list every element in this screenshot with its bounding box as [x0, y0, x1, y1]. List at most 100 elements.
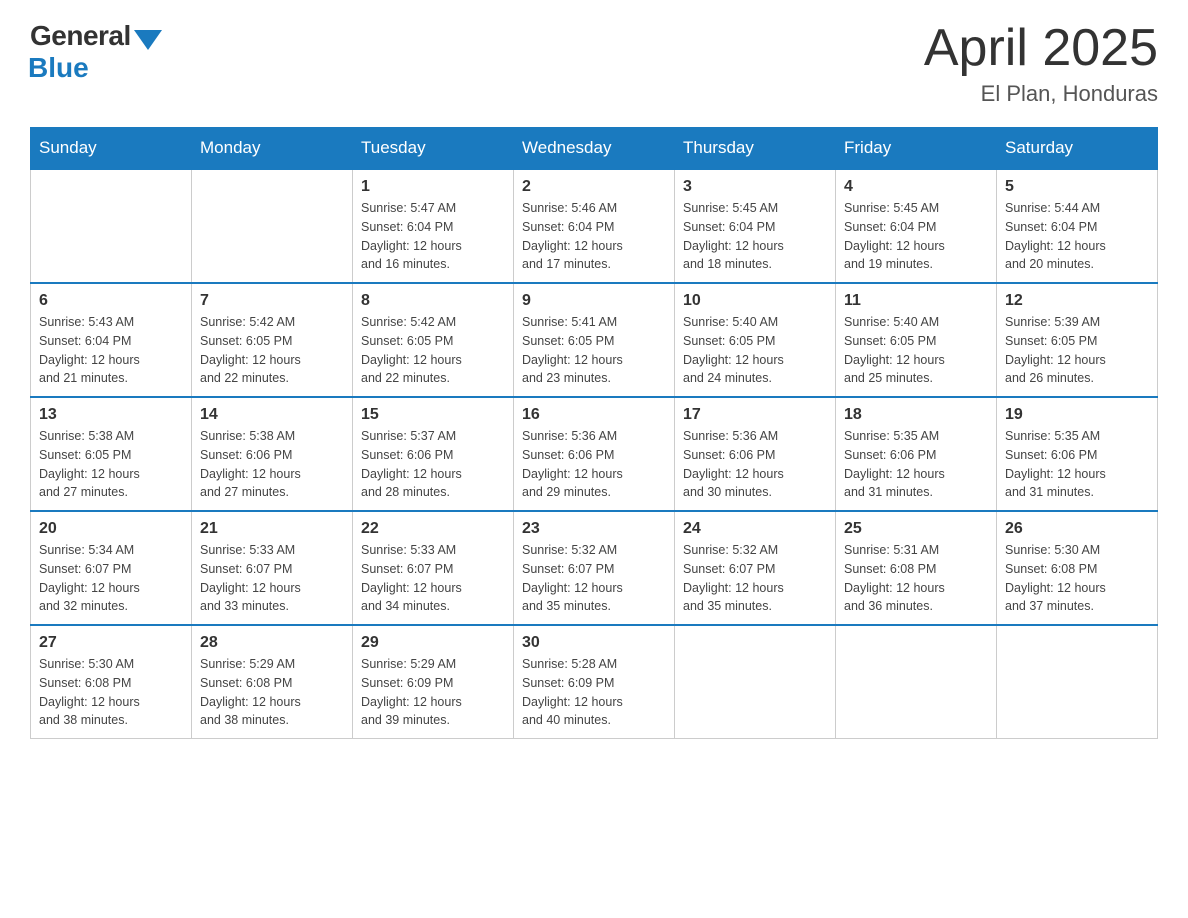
- calendar-day-cell: 29 Sunrise: 5:29 AM Sunset: 6:09 PM Dayli…: [353, 625, 514, 739]
- calendar-day-cell: 12Sunrise: 5:39 AM Sunset: 6:05 PM Dayli…: [997, 283, 1158, 397]
- day-of-week-header: Monday: [192, 128, 353, 170]
- day-info: Sunrise: 5:38 AM Sunset: 6:06 PM Dayligh…: [200, 427, 344, 502]
- calendar-day-cell: 1 Sunrise: 5:47 AM Sunset: 6:04 PM Daylig…: [353, 169, 514, 283]
- day-info: Sunrise: 5:36 AM Sunset: 6:06 PM Dayligh…: [522, 427, 666, 502]
- calendar-day-cell: 7 Sunrise: 5:42 AM Sunset: 6:05 PM Daylig…: [192, 283, 353, 397]
- day-info: Sunrise: 5:31 AM Sunset: 6:08 PM Dayligh…: [844, 541, 988, 616]
- day-number: 18: [844, 406, 988, 424]
- day-number: 24: [683, 520, 827, 538]
- calendar-day-cell: 6 Sunrise: 5:43 AM Sunset: 6:04 PM Daylig…: [31, 283, 192, 397]
- day-info: Sunrise: 5:29 AM Sunset: 6:09 PM Dayligh…: [361, 655, 505, 730]
- calendar-week-row: 6 Sunrise: 5:43 AM Sunset: 6:04 PM Daylig…: [31, 283, 1158, 397]
- day-info: Sunrise: 5:32 AM Sunset: 6:07 PM Dayligh…: [522, 541, 666, 616]
- calendar-day-cell: 15Sunrise: 5:37 AM Sunset: 6:06 PM Dayli…: [353, 397, 514, 511]
- day-number: 14: [200, 406, 344, 424]
- day-info: Sunrise: 5:30 AM Sunset: 6:08 PM Dayligh…: [1005, 541, 1149, 616]
- day-info: Sunrise: 5:45 AM Sunset: 6:04 PM Dayligh…: [844, 199, 988, 274]
- calendar-day-cell: 22 Sunrise: 5:33 AM Sunset: 6:07 PM Dayli…: [353, 511, 514, 625]
- day-of-week-header: Friday: [836, 128, 997, 170]
- calendar-day-cell: 30Sunrise: 5:28 AM Sunset: 6:09 PM Dayli…: [514, 625, 675, 739]
- day-info: Sunrise: 5:45 AM Sunset: 6:04 PM Dayligh…: [683, 199, 827, 274]
- day-number: 20: [39, 520, 183, 538]
- day-number: 19: [1005, 406, 1149, 424]
- day-number: 11: [844, 292, 988, 310]
- calendar-week-row: 1 Sunrise: 5:47 AM Sunset: 6:04 PM Daylig…: [31, 169, 1158, 283]
- calendar-day-cell: 3Sunrise: 5:45 AM Sunset: 6:04 PM Daylig…: [675, 169, 836, 283]
- calendar-day-cell: [997, 625, 1158, 739]
- day-info: Sunrise: 5:33 AM Sunset: 6:07 PM Dayligh…: [200, 541, 344, 616]
- calendar-day-cell: [31, 169, 192, 283]
- day-number: 17: [683, 406, 827, 424]
- calendar-day-cell: 2 Sunrise: 5:46 AM Sunset: 6:04 PM Daylig…: [514, 169, 675, 283]
- logo-arrow-icon: [134, 30, 162, 50]
- day-number: 25: [844, 520, 988, 538]
- title-section: April 2025 El Plan, Honduras: [924, 20, 1158, 107]
- day-info: Sunrise: 5:46 AM Sunset: 6:04 PM Dayligh…: [522, 199, 666, 274]
- day-number: 26: [1005, 520, 1149, 538]
- calendar-week-row: 13 Sunrise: 5:38 AM Sunset: 6:05 PM Dayli…: [31, 397, 1158, 511]
- day-info: Sunrise: 5:44 AM Sunset: 6:04 PM Dayligh…: [1005, 199, 1149, 274]
- day-number: 23: [522, 520, 666, 538]
- page-header: General Blue April 2025 El Plan, Hondura…: [30, 20, 1158, 107]
- day-of-week-header: Wednesday: [514, 128, 675, 170]
- month-year-title: April 2025: [924, 20, 1158, 77]
- day-info: Sunrise: 5:35 AM Sunset: 6:06 PM Dayligh…: [1005, 427, 1149, 502]
- calendar-day-cell: 25 Sunrise: 5:31 AM Sunset: 6:08 PM Dayli…: [836, 511, 997, 625]
- calendar-day-cell: [836, 625, 997, 739]
- day-info: Sunrise: 5:30 AM Sunset: 6:08 PM Dayligh…: [39, 655, 183, 730]
- location-subtitle: El Plan, Honduras: [924, 81, 1158, 107]
- day-number: 29: [361, 634, 505, 652]
- day-number: 6: [39, 292, 183, 310]
- day-info: Sunrise: 5:33 AM Sunset: 6:07 PM Dayligh…: [361, 541, 505, 616]
- calendar-day-cell: 4Sunrise: 5:45 AM Sunset: 6:04 PM Daylig…: [836, 169, 997, 283]
- day-number: 27: [39, 634, 183, 652]
- calendar-day-cell: 10Sunrise: 5:40 AM Sunset: 6:05 PM Dayli…: [675, 283, 836, 397]
- day-of-week-header: Saturday: [997, 128, 1158, 170]
- calendar-week-row: 20 Sunrise: 5:34 AM Sunset: 6:07 PM Dayli…: [31, 511, 1158, 625]
- day-number: 13: [39, 406, 183, 424]
- day-info: Sunrise: 5:29 AM Sunset: 6:08 PM Dayligh…: [200, 655, 344, 730]
- calendar-day-cell: 17 Sunrise: 5:36 AM Sunset: 6:06 PM Dayli…: [675, 397, 836, 511]
- day-number: 21: [200, 520, 344, 538]
- day-of-week-header: Sunday: [31, 128, 192, 170]
- day-of-week-header: Tuesday: [353, 128, 514, 170]
- day-info: Sunrise: 5:28 AM Sunset: 6:09 PM Dayligh…: [522, 655, 666, 730]
- day-number: 12: [1005, 292, 1149, 310]
- day-number: 8: [361, 292, 505, 310]
- day-info: Sunrise: 5:40 AM Sunset: 6:05 PM Dayligh…: [683, 313, 827, 388]
- day-number: 5: [1005, 178, 1149, 196]
- calendar-day-cell: 9Sunrise: 5:41 AM Sunset: 6:05 PM Daylig…: [514, 283, 675, 397]
- calendar-day-cell: [192, 169, 353, 283]
- calendar-day-cell: 11 Sunrise: 5:40 AM Sunset: 6:05 PM Dayli…: [836, 283, 997, 397]
- calendar-header-row: SundayMondayTuesdayWednesdayThursdayFrid…: [31, 128, 1158, 170]
- day-number: 7: [200, 292, 344, 310]
- calendar-day-cell: 28 Sunrise: 5:29 AM Sunset: 6:08 PM Dayli…: [192, 625, 353, 739]
- calendar-day-cell: 13 Sunrise: 5:38 AM Sunset: 6:05 PM Dayli…: [31, 397, 192, 511]
- calendar-day-cell: [675, 625, 836, 739]
- day-info: Sunrise: 5:42 AM Sunset: 6:05 PM Dayligh…: [200, 313, 344, 388]
- calendar-day-cell: 27 Sunrise: 5:30 AM Sunset: 6:08 PM Dayli…: [31, 625, 192, 739]
- day-info: Sunrise: 5:34 AM Sunset: 6:07 PM Dayligh…: [39, 541, 183, 616]
- calendar-day-cell: 20 Sunrise: 5:34 AM Sunset: 6:07 PM Dayli…: [31, 511, 192, 625]
- calendar-week-row: 27 Sunrise: 5:30 AM Sunset: 6:08 PM Dayli…: [31, 625, 1158, 739]
- logo-general-text: General: [30, 20, 131, 52]
- day-info: Sunrise: 5:38 AM Sunset: 6:05 PM Dayligh…: [39, 427, 183, 502]
- calendar-day-cell: 18 Sunrise: 5:35 AM Sunset: 6:06 PM Dayli…: [836, 397, 997, 511]
- day-number: 2: [522, 178, 666, 196]
- calendar-day-cell: 21 Sunrise: 5:33 AM Sunset: 6:07 PM Dayli…: [192, 511, 353, 625]
- day-info: Sunrise: 5:47 AM Sunset: 6:04 PM Dayligh…: [361, 199, 505, 274]
- day-number: 1: [361, 178, 505, 196]
- day-info: Sunrise: 5:32 AM Sunset: 6:07 PM Dayligh…: [683, 541, 827, 616]
- calendar-day-cell: 16Sunrise: 5:36 AM Sunset: 6:06 PM Dayli…: [514, 397, 675, 511]
- day-number: 28: [200, 634, 344, 652]
- day-number: 9: [522, 292, 666, 310]
- calendar-day-cell: 19 Sunrise: 5:35 AM Sunset: 6:06 PM Dayli…: [997, 397, 1158, 511]
- day-info: Sunrise: 5:40 AM Sunset: 6:05 PM Dayligh…: [844, 313, 988, 388]
- day-info: Sunrise: 5:35 AM Sunset: 6:06 PM Dayligh…: [844, 427, 988, 502]
- day-info: Sunrise: 5:42 AM Sunset: 6:05 PM Dayligh…: [361, 313, 505, 388]
- day-info: Sunrise: 5:43 AM Sunset: 6:04 PM Dayligh…: [39, 313, 183, 388]
- calendar-day-cell: 14 Sunrise: 5:38 AM Sunset: 6:06 PM Dayli…: [192, 397, 353, 511]
- day-of-week-header: Thursday: [675, 128, 836, 170]
- day-info: Sunrise: 5:36 AM Sunset: 6:06 PM Dayligh…: [683, 427, 827, 502]
- day-number: 22: [361, 520, 505, 538]
